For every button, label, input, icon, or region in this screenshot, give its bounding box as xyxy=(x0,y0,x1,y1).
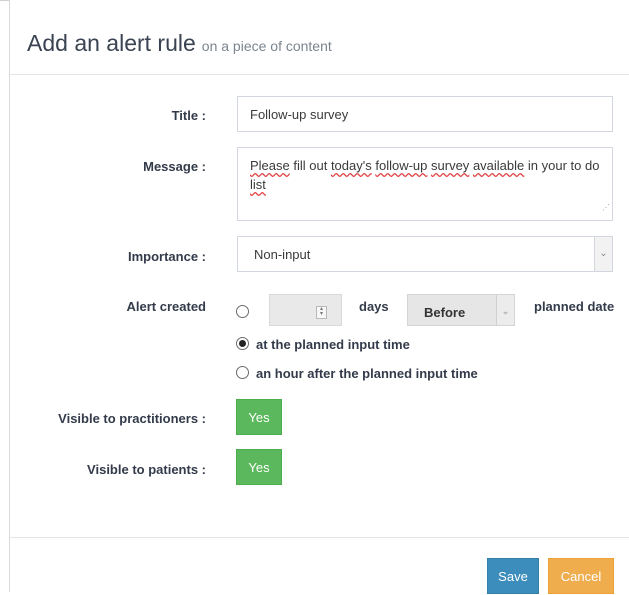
planned-date-text: planned date xyxy=(534,299,615,314)
save-button[interactable]: Save xyxy=(487,558,539,594)
footer-divider xyxy=(10,537,629,538)
message-word: available xyxy=(472,158,525,173)
option-hour-after-label[interactable]: an hour after the planned input time xyxy=(256,366,478,381)
message-word: follow-up xyxy=(375,158,428,173)
alert-created-label: Alert created xyxy=(126,299,206,314)
importance-label: Importance : xyxy=(127,249,206,264)
visible-practitioners-label: Visible to practitioners : xyxy=(58,411,206,426)
message-word: fill out xyxy=(289,158,331,173)
spinner-arrows-icon[interactable]: ▴ ▾ xyxy=(316,306,327,319)
resize-grip-icon[interactable]: ⋰ xyxy=(602,198,610,217)
days-spinner-input[interactable]: ▴ ▾ xyxy=(269,294,342,326)
message-label: Message : xyxy=(143,159,206,174)
message-word: Please xyxy=(250,158,290,173)
message-word: list xyxy=(250,177,266,192)
before-after-select[interactable]: Before ⌄ xyxy=(407,294,515,326)
message-word: in your to do xyxy=(524,158,600,173)
importance-select[interactable]: Non-input ⌄ xyxy=(237,236,613,272)
visible-patients-label: Visible to patients : xyxy=(87,462,206,477)
chevron-down-icon[interactable]: ⌄ xyxy=(594,237,612,271)
cancel-button[interactable]: Cancel xyxy=(548,558,614,594)
dialog-subtitle: on a piece of content xyxy=(201,38,332,54)
days-text: days xyxy=(359,299,389,314)
radio-days-before[interactable] xyxy=(236,305,249,318)
dialog-title-text: Add an alert rule xyxy=(27,30,196,56)
importance-value: Non-input xyxy=(254,247,311,262)
dialog-header: Add an alert rule on a piece of content xyxy=(10,0,629,75)
option-planned-time-label[interactable]: at the planned input time xyxy=(256,337,410,352)
chevron-down-icon[interactable]: ⌄ xyxy=(496,295,514,325)
visible-practitioners-toggle[interactable]: Yes xyxy=(236,399,282,435)
message-textarea[interactable]: Please fill out today's follow-up survey… xyxy=(237,147,613,221)
dialog-title: Add an alert rule on a piece of content xyxy=(27,30,332,57)
before-value: Before xyxy=(424,305,466,320)
radio-planned-time[interactable] xyxy=(236,337,249,350)
visible-patients-toggle[interactable]: Yes xyxy=(236,449,282,485)
message-word: survey xyxy=(431,158,470,173)
alert-rule-dialog: Add an alert rule on a piece of content T… xyxy=(9,0,629,594)
radio-hour-after[interactable] xyxy=(236,366,249,379)
title-input[interactable]: Follow-up survey xyxy=(237,96,613,132)
title-label: Title : xyxy=(171,108,206,123)
message-word: today's xyxy=(330,158,372,173)
title-input-value: Follow-up survey xyxy=(250,107,349,122)
